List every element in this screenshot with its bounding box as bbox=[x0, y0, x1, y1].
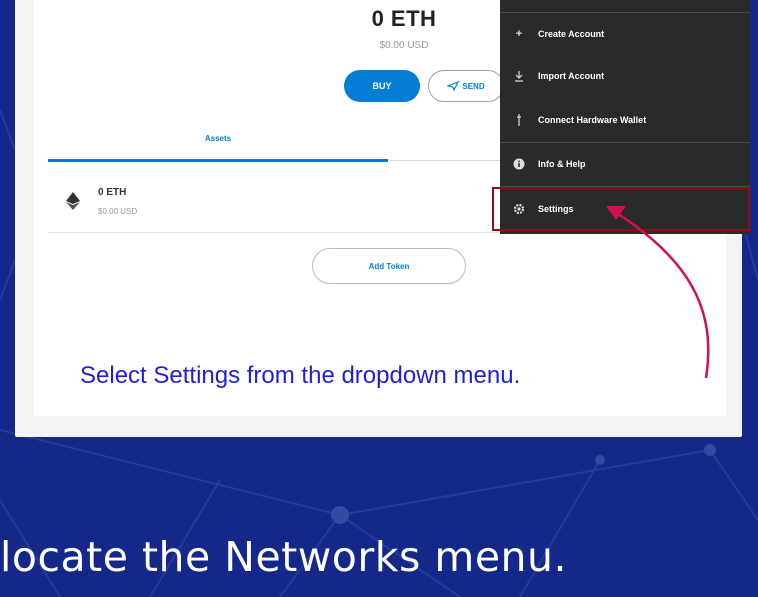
instruction-caption: Select Settings from the dropdown menu. bbox=[80, 362, 521, 389]
slide-heading: locate the Networks menu. bbox=[0, 533, 568, 581]
annotation-arrow bbox=[606, 206, 710, 379]
